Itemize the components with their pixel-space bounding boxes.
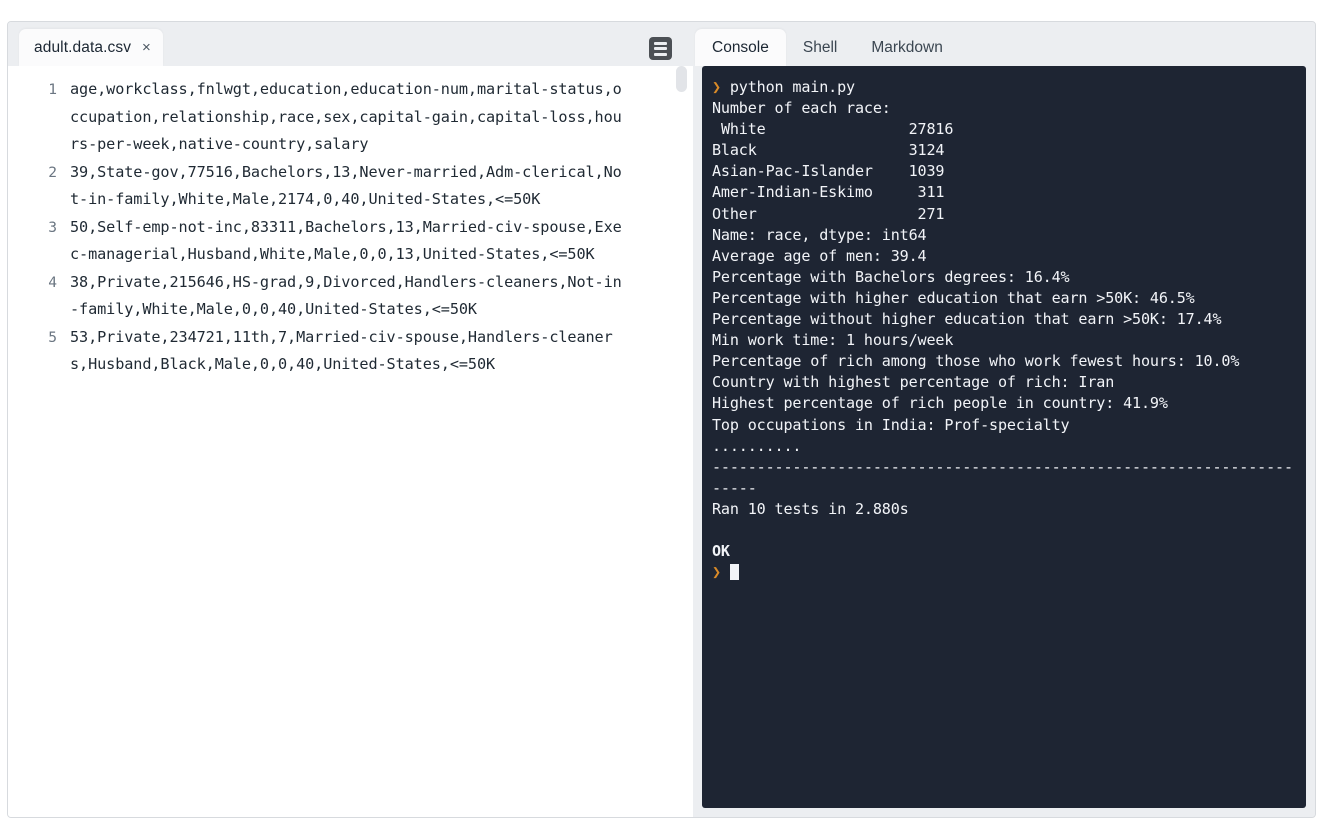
editor-content[interactable]: 1 age,workclass,fnlwgt,education,educati…	[8, 66, 693, 817]
text-lines-icon-bar-3	[654, 52, 667, 56]
text-lines-icon-bar-1	[654, 41, 667, 45]
line-text: age,workclass,fnlwgt,education,education…	[70, 80, 622, 153]
code-line: 2 39,State-gov,77516,Bachelors,13,Never-…	[8, 159, 693, 214]
console-tabbar: Console Shell Markdown	[693, 22, 1315, 66]
code-line: 4 38,Private,215646,HS-grad,9,Divorced,H…	[8, 269, 693, 324]
editor-pane: adult.data.csv × 1 age,workclass,fnlwgt,…	[8, 22, 693, 817]
editor-scrollbar[interactable]	[676, 66, 687, 817]
text-lines-icon[interactable]	[649, 37, 672, 60]
line-text: 38,Private,215646,HS-grad,9,Divorced,Han…	[70, 272, 622, 319]
code-line: 3 50,Self-emp-not-inc,83311,Bachelors,13…	[8, 214, 693, 269]
tab-console[interactable]: Console	[695, 29, 786, 66]
line-text: 53,Private,234721,11th,7,Married-civ-spo…	[70, 327, 613, 374]
console-separator-line: ----------------------------------------…	[712, 457, 1293, 497]
tab-markdown[interactable]: Markdown	[854, 29, 960, 66]
line-number: 3	[48, 218, 57, 236]
file-tab-adult-data-csv[interactable]: adult.data.csv ×	[19, 29, 163, 66]
code-line: 1 age,workclass,fnlwgt,education,educati…	[8, 76, 693, 159]
editor-scrollbar-thumb[interactable]	[676, 66, 687, 92]
console-line: Percentage with Bachelors degrees: 16.4%	[712, 267, 1070, 286]
console-line: Ran 10 tests in 2.880s	[712, 499, 909, 518]
prompt-icon: ❯	[712, 78, 721, 96]
console-line: Country with highest percentage of rich:…	[712, 373, 1115, 392]
console-line: Highest percentage of rich people in cou…	[712, 394, 1168, 413]
line-text: 39,State-gov,77516,Bachelors,13,Never-ma…	[70, 162, 622, 209]
file-tab-label: adult.data.csv	[34, 38, 132, 56]
console-line: Black 3124	[712, 141, 945, 160]
console-line: Min work time: 1 hours/week	[712, 331, 954, 350]
ide-window: adult.data.csv × 1 age,workclass,fnlwgt,…	[7, 21, 1316, 818]
text-cursor	[729, 564, 739, 581]
console-line: White 27816	[712, 120, 954, 139]
console-line: Amer-Indian-Eskimo 311	[712, 183, 945, 202]
console-command: python main.py	[729, 78, 855, 96]
console-line: Name: race, dtype: int64	[712, 225, 927, 244]
line-text: 50,Self-emp-not-inc,83311,Bachelors,13,M…	[70, 217, 622, 264]
console-line: Top occupations in India: Prof-specialty	[712, 415, 1070, 434]
console-output[interactable]: ❯ python main.py Number of each race: Wh…	[702, 66, 1306, 808]
console-test-result: OK	[712, 542, 730, 561]
line-number: 2	[48, 163, 57, 181]
editor-tabbar: adult.data.csv ×	[8, 22, 693, 66]
console-line: Average age of men: 39.4	[712, 246, 927, 265]
tab-markdown-label: Markdown	[871, 38, 943, 56]
console-line: Other 271	[712, 204, 945, 223]
prompt-icon: ❯	[712, 563, 721, 582]
text-lines-icon-bar-2	[654, 47, 667, 50]
console-prompt-line[interactable]: ❯	[712, 562, 1298, 583]
console-pane: Console Shell Markdown ❯ python main.py …	[693, 22, 1315, 817]
console-command-line: ❯ python main.py	[712, 77, 1298, 98]
line-number: 5	[48, 328, 57, 346]
close-icon[interactable]: ×	[142, 40, 151, 55]
console-line: Percentage with higher education that ea…	[712, 288, 1195, 307]
console-line: Percentage without higher education that…	[712, 310, 1222, 329]
tab-shell[interactable]: Shell	[786, 29, 854, 66]
line-number: 1	[48, 81, 57, 98]
console-line: Percentage of rich among those who work …	[712, 352, 1240, 371]
tab-shell-label: Shell	[802, 38, 838, 56]
line-number: 4	[48, 273, 57, 291]
console-line: ..........	[712, 436, 802, 455]
code-line: 5 53,Private,234721,11th,7,Married-civ-s…	[8, 324, 693, 379]
tab-console-label: Console	[712, 38, 769, 56]
console-line: Number of each race:	[712, 99, 891, 118]
console-line: Asian-Pac-Islander 1039	[712, 162, 945, 181]
